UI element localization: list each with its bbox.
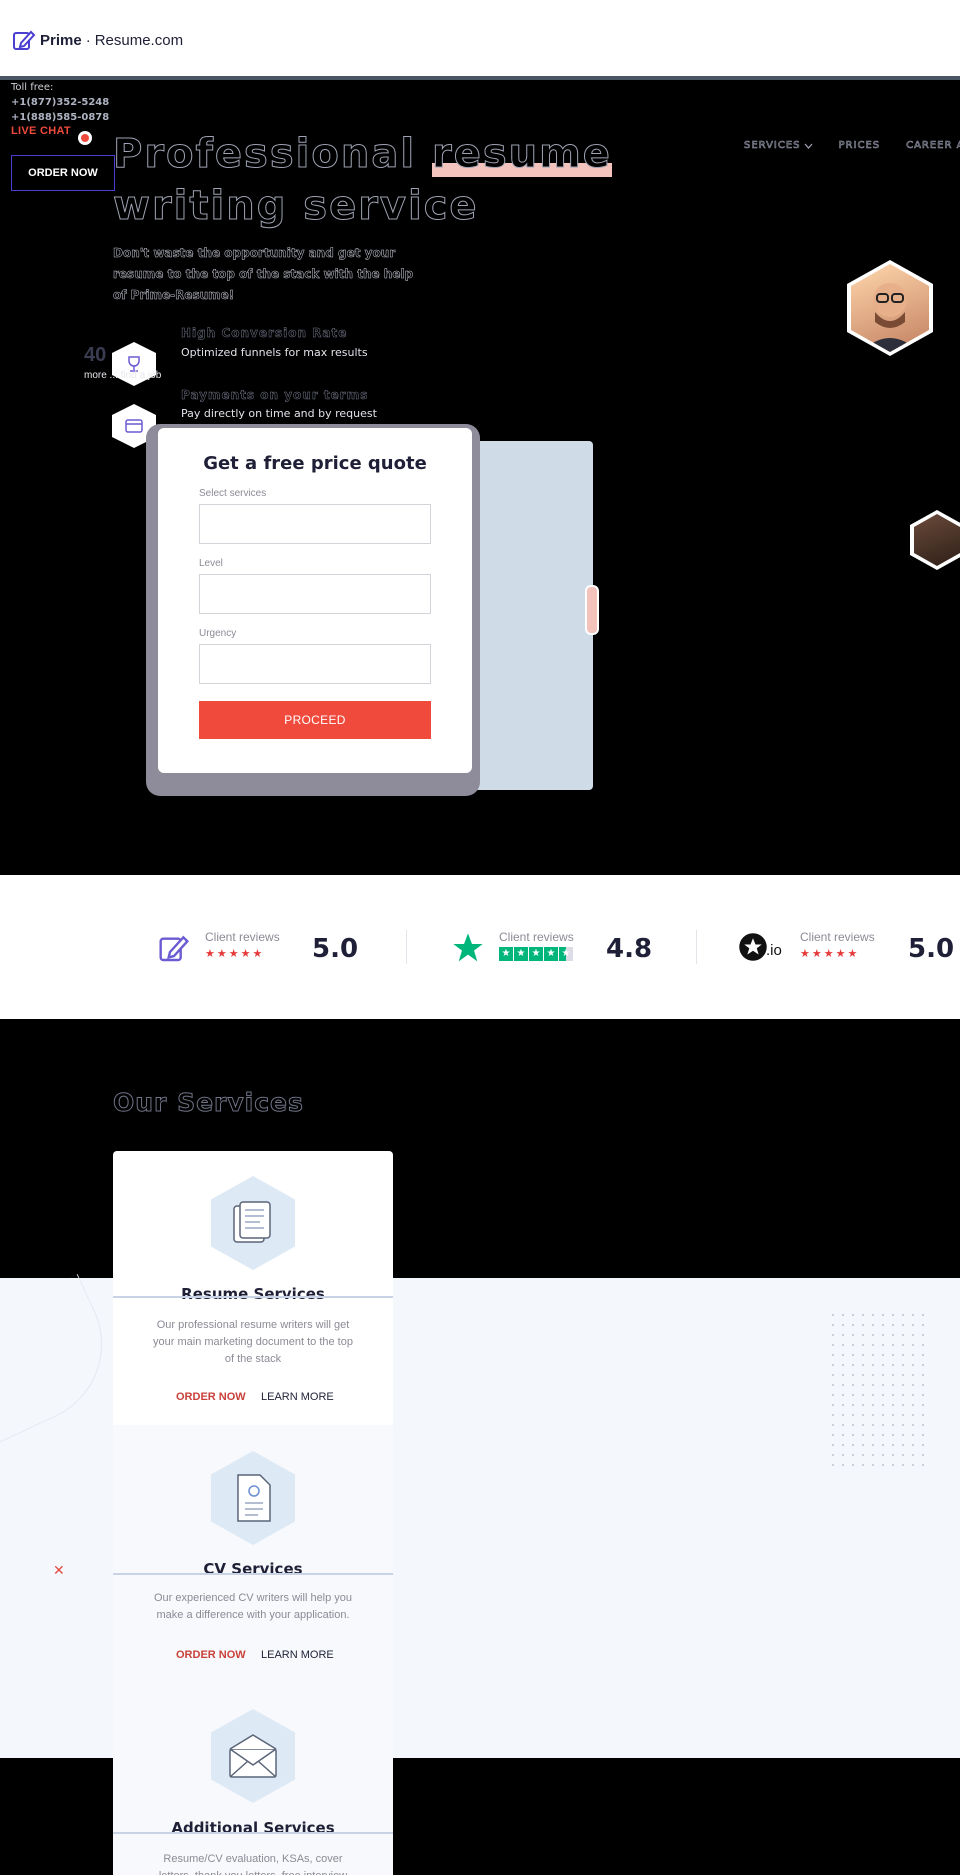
services-select[interactable] [199,504,431,544]
avatar-photo [851,264,929,352]
trustpilot-rating-icon: ★ ★ ★ ★ ★ [499,947,573,961]
nav-item-services[interactable]: SERVICES [744,140,813,151]
price-quote-form: Get a free price quote Select services L… [158,428,472,773]
level-label: Level [199,558,223,569]
phone-link-2[interactable]: +1(888)585-0878 [11,110,109,125]
nav-item-services-label: SERVICES [744,140,801,152]
review-score: 4.8 [606,934,653,964]
hero-title-part2: writing service [113,183,479,230]
review-label: Client reviews [800,930,875,944]
feature-desc-payments: Pay directly on time and by request [181,407,377,420]
service-card-cv: CV Services Our experienced CV writers w… [113,1425,393,1683]
logo-dot: · [85,31,91,49]
hero-title: Professional resume writing service [113,128,613,232]
contact-block: Toll free: +1(877)352-5248 +1(888)585-08… [11,80,109,125]
live-status-icon [78,131,92,145]
site-logo[interactable]: Prime · Resume.com [12,28,183,52]
stat-text: more ... find a job [84,370,162,381]
review-score: 5.0 [908,934,955,964]
logo-suffix: Resume.com [94,31,184,49]
toll-free-label: Toll free: [11,82,54,93]
documents-icon [211,1176,295,1270]
star-rating-icon: ★★★★★ [800,948,860,960]
order-now-link[interactable]: ORDER NOW [176,1391,246,1403]
chevron-down-icon [804,143,813,149]
service-desc: Our experienced CV writers will help you… [153,1592,353,1621]
service-underline [113,1296,393,1298]
review-label: Client reviews [205,930,280,944]
service-underline [113,1573,393,1575]
service-underline [113,1832,393,1834]
service-card-resume: Resume Services Our professional resume … [113,1151,393,1425]
stat-number: 40 [84,344,107,366]
reviews-io-icon [739,933,767,961]
service-card-additional: Additional Services Resume/CV evaluation… [113,1683,393,1875]
services-label: Select services [199,488,267,499]
review-label: Client reviews [499,930,574,944]
urgency-label: Urgency [199,628,237,639]
hero-title-highlight: resume [431,131,612,178]
pencil-note-icon [13,30,36,50]
divider [406,930,407,964]
form-title: Get a free price quote [203,453,427,474]
feature-title-conversion: High Conversion Rate [181,326,348,341]
logo-prefix: Prime [40,31,82,49]
service-name: Additional Services [171,1819,335,1837]
learn-more-link[interactable]: LEARN MORE [261,1391,334,1403]
nav-item-career-advice[interactable]: CAREER ADVICE [906,140,960,152]
divider [696,930,697,964]
avatar-photo-2 [914,514,960,566]
decorative-dots [828,1310,924,1474]
phone-link-1[interactable]: +1(877)352-5248 [11,95,109,110]
customer-avatar-man [847,260,933,356]
order-now-link[interactable]: ORDER NOW [176,1649,246,1661]
services-title: Our Services [113,1088,304,1118]
prime-resume-pencil-icon [159,935,189,962]
review-score: 5.0 [312,934,359,964]
trustpilot-star-icon [453,933,483,962]
urgency-select[interactable] [199,644,431,684]
nav-item-prices[interactable]: PRICES [838,140,881,152]
cv-document-icon [211,1451,295,1545]
hero-title-part1: Professional [113,131,432,178]
live-chat-link[interactable]: LIVE CHAT [11,125,71,137]
order-now-button[interactable]: ORDER NOW [11,155,115,191]
envelope-icon [211,1709,295,1803]
service-desc: Our professional resume writers will get… [153,1319,353,1365]
feature-desc-conversion: Optimized funnels for max results [181,346,368,359]
proceed-button[interactable]: PROCEED [199,701,431,739]
decorative-x-icon: ✕ [53,1562,65,1578]
level-select[interactable] [199,574,431,614]
hero-subtitle: Don't waste the opportunity and get your… [113,246,414,303]
service-name: CV Services [203,1560,303,1578]
reviews-io-suffix: .io [766,942,782,959]
form-backdrop-pink [585,585,599,635]
site-header: Prime · Resume.com [0,0,960,80]
service-desc: Resume/CV evaluation, KSAs, cover letter… [159,1853,347,1875]
star-rating-icon: ★★★★★ [205,948,265,960]
learn-more-link[interactable]: LEARN MORE [261,1649,334,1661]
customer-avatar-woman [910,510,960,570]
main-nav: SERVICES PRICES CAREER ADVICE [744,140,960,152]
service-name: Resume Services [181,1285,325,1303]
feature-title-payments: Payments on your terms [181,388,369,403]
reviews-band: Client reviews ★★★★★ 5.0 Client reviews … [0,875,960,1019]
